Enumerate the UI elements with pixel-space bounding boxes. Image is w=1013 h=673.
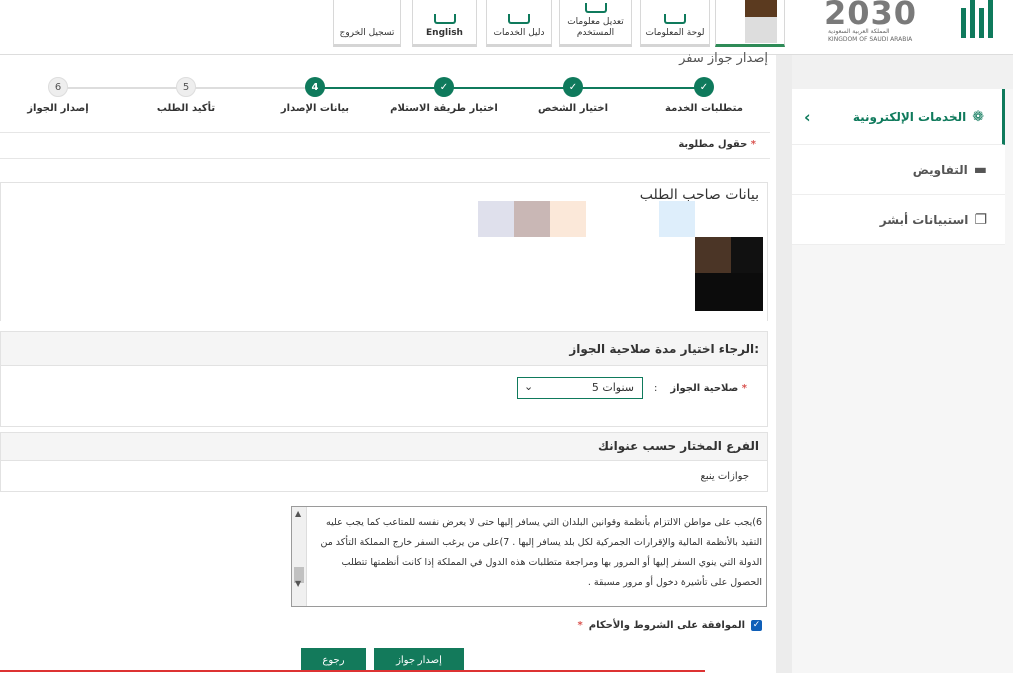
step-4-label: بيانات الإصدار [280, 103, 350, 114]
redacted-block [514, 201, 550, 237]
agree-required-star: * [577, 620, 583, 631]
step-3-label: اختيار طريقة الاستلام [390, 103, 498, 114]
applicant-panel: بيانات صاحب الطلب [0, 182, 768, 321]
sidebar-item-surveys[interactable]: استبيانات أبشر ❐ [792, 195, 1005, 245]
briefcase-icon: ▬ [973, 161, 987, 178]
step-2-label: اختيار الشخص [538, 103, 608, 114]
issue-passport-button[interactable]: إصدار جواز [374, 648, 464, 672]
absher-logo-icon [957, 0, 999, 44]
user-avatar[interactable] [715, 0, 785, 47]
sidebar-item-label: التفاويض [912, 162, 968, 177]
scroll-down-icon[interactable]: ▼ [295, 579, 301, 588]
branch-title: الفرع المختار حسب عنوانك [597, 439, 759, 453]
step-5-label: تأكيد الطلب [156, 103, 216, 114]
sidebar-item-eservices[interactable]: ‹ الخدمات الإلكترونية ❁ [792, 89, 1005, 145]
services-guide-icon [508, 14, 530, 24]
avatar-stripe [745, 17, 777, 43]
agree-label: الموافقة على الشروط والأحكام [588, 620, 745, 631]
redacted-block [550, 201, 586, 237]
progress-stepper: ✓ متطلبات الخدمة ✓ اختيار الشخص ✓ اختيار… [0, 77, 776, 117]
sidebar: ‹ الخدمات الإلكترونية ❁ التفاويض ▬ استبي… [792, 55, 1013, 673]
step-1-check-icon: ✓ [694, 77, 714, 97]
avatar-image [745, 0, 777, 17]
vision-sub-en: KINGDOM OF SAUDI ARABIA [828, 36, 913, 43]
edit-user-label: تعديل معلومات المستخدم [567, 17, 624, 38]
stepper-line-done [315, 87, 704, 89]
validity-panel: الرجاء اختيار مدة صلاحية الجواز: صلاحية … [0, 331, 768, 427]
validity-label-text: صلاحية الجواز [670, 383, 739, 394]
validity-colon: : [654, 383, 658, 394]
step-3-check-icon: ✓ [434, 77, 454, 97]
terms-scrollbar[interactable]: ▲ ▼ [292, 507, 307, 606]
services-guide-label: دليل الخدمات [493, 28, 545, 38]
required-fields-row: حقول مطلوبة * [0, 132, 770, 159]
vision-sub-ar: المملكة العربية السعودية [828, 28, 890, 35]
validity-field-label: صلاحية الجواز * [670, 383, 747, 394]
step-6-circle: 6 [48, 77, 68, 97]
step-1-label: متطلبات الخدمة [665, 103, 743, 114]
validity-required-star: * [741, 383, 747, 394]
agree-terms-row[interactable]: * الموافقة على الشروط والأحكام ✓ [578, 620, 762, 631]
edit-user-button[interactable]: تعديل معلومات المستخدم [559, 0, 632, 47]
applicant-photo [695, 273, 763, 311]
branch-value: جوازات ينبع [700, 471, 749, 482]
terms-textarea[interactable]: ▲ ▼ 6)يجب على مواطن الالتزام بأنظمة وقوا… [291, 506, 767, 607]
sidebar-top [792, 55, 1013, 89]
validity-select[interactable]: 5 سنوات ⌄ [517, 377, 643, 399]
sidebar-item-label: استبيانات أبشر [879, 212, 969, 227]
step-4-circle: 4 [305, 77, 325, 97]
survey-icon: ❐ [974, 211, 987, 228]
step-6-label: إصدار الجواز [27, 103, 89, 114]
english-label: English [426, 28, 463, 38]
redacted-block [478, 201, 514, 237]
edit-user-icon [584, 3, 607, 13]
english-button[interactable]: English [412, 0, 477, 47]
vision-subtitle: المملكة العربية السعودية KINGDOM OF SAUD… [828, 28, 912, 44]
required-fields-note: حقول مطلوبة * [678, 139, 756, 150]
chevron-down-icon: ⌄ [524, 380, 534, 393]
dashboard-icon [664, 14, 686, 24]
top-header: تسجيل الخروج English دليل الخدمات تعديل … [0, 0, 1013, 55]
back-button[interactable]: رجوع [301, 648, 366, 672]
logout-button[interactable]: تسجيل الخروج [333, 0, 401, 47]
step-5-circle: 5 [176, 77, 196, 97]
required-star: * [750, 139, 756, 150]
main-content: إصدار جواز سفر ✓ متطلبات الخدمة ✓ اختيار… [0, 51, 776, 673]
logo-area: 2030 المملكة العربية السعودية KINGDOM OF… [824, 0, 999, 50]
applicant-photo [695, 237, 731, 273]
services-guide-button[interactable]: دليل الخدمات [486, 0, 552, 47]
applicant-title: بيانات صاحب الطلب [639, 187, 759, 203]
step-2-check-icon: ✓ [563, 77, 583, 97]
branch-panel: الفرع المختار حسب عنوانك جوازات ينبع [0, 432, 768, 492]
agree-checkbox[interactable]: ✓ [751, 620, 762, 631]
validity-header: الرجاء اختيار مدة صلاحية الجواز: [1, 332, 767, 366]
chevron-left-icon: ‹ [804, 107, 811, 126]
eservices-icon: ❁ [972, 108, 984, 125]
terms-text: 6)يجب على مواطن الالتزام بأنظمة وقوانين … [320, 517, 762, 588]
sidebar-item-label: الخدمات الإلكترونية [852, 109, 967, 124]
globe-icon [433, 14, 456, 24]
page-title: إصدار جواز سفر [679, 51, 768, 66]
dashboard-button[interactable]: لوحة المعلومات [640, 0, 710, 47]
scroll-up-icon[interactable]: ▲ [295, 509, 301, 518]
dashboard-label: لوحة المعلومات [645, 28, 705, 38]
applicant-photo [731, 237, 763, 273]
bottom-accent-line [0, 670, 705, 672]
sidebar-item-delegations[interactable]: التفاويض ▬ [792, 145, 1005, 195]
logout-label: تسجيل الخروج [339, 28, 395, 38]
required-text: حقول مطلوبة [678, 139, 748, 150]
redacted-block [659, 201, 695, 237]
branch-header: الفرع المختار حسب عنوانك [1, 433, 767, 461]
validity-selected-value: 5 سنوات [591, 381, 634, 394]
validity-title: الرجاء اختيار مدة صلاحية الجواز: [569, 342, 759, 356]
